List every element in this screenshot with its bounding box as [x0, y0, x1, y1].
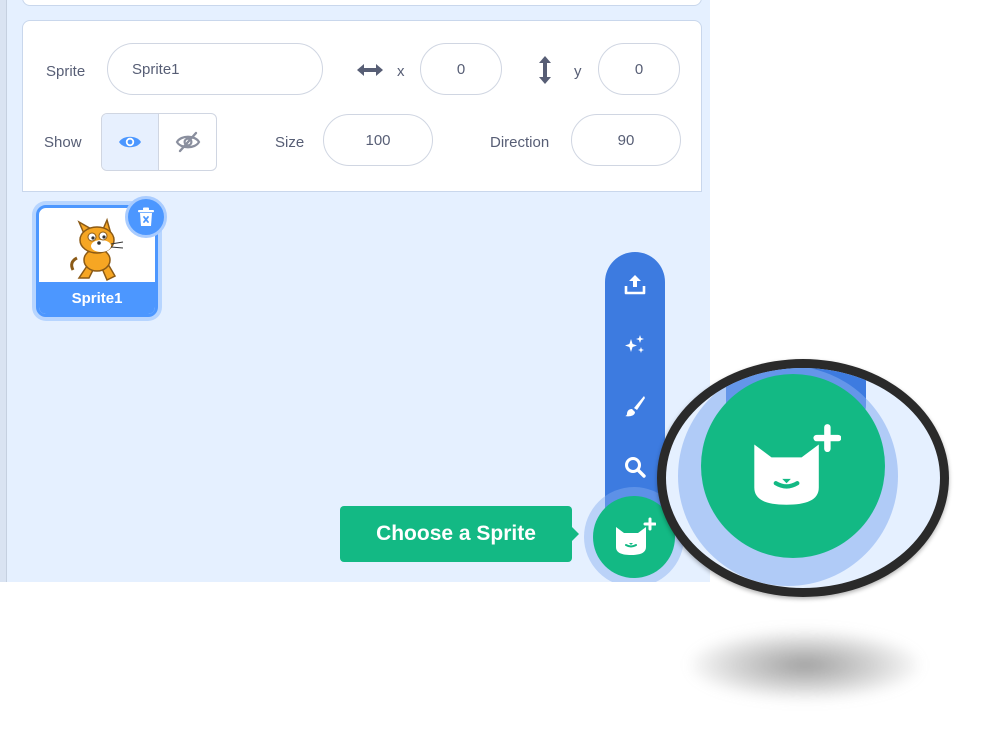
tooltip-arrow [571, 526, 579, 542]
magnifier-shadow [690, 630, 920, 700]
surprise-sprite-button[interactable] [605, 325, 665, 365]
show-toggle-group [101, 113, 217, 171]
direction-label: Direction [490, 134, 550, 151]
show-hidden-button[interactable] [159, 114, 216, 170]
upload-icon [624, 275, 646, 295]
search-sprite-button[interactable] [605, 447, 665, 487]
stage-edge [0, 0, 7, 582]
cat-sprite-thumbnail [70, 217, 124, 282]
sprite-label: Sprite [46, 63, 86, 80]
upload-sprite-button[interactable] [605, 264, 665, 304]
size-input[interactable]: 100 [323, 114, 433, 166]
cat-add-icon [616, 517, 656, 555]
paint-sprite-button[interactable] [605, 386, 665, 426]
y-input[interactable]: 0 [598, 43, 680, 95]
y-arrows-icon [535, 53, 555, 87]
sprite-info-panel: Sprite Sprite1 x 0 y 0 Show Size 100 Dir… [22, 20, 702, 192]
delete-sprite-button[interactable] [125, 196, 167, 238]
show-label: Show [44, 134, 82, 151]
magnifier-callout [657, 359, 949, 597]
cat-add-icon [754, 424, 841, 505]
x-label: x [397, 63, 405, 80]
direction-input[interactable]: 90 [571, 114, 681, 166]
eye-slash-icon [175, 131, 200, 153]
y-label: y [574, 63, 582, 80]
paint-icon [625, 396, 645, 417]
x-input[interactable]: 0 [420, 43, 502, 95]
sprite-tile-label: Sprite1 [39, 282, 155, 314]
x-arrows-icon [353, 59, 387, 81]
sprite-pane-screenshot: Sprite Sprite1 x 0 y 0 Show Size 100 Dir… [0, 0, 710, 582]
magnified-choose-sprite-button [701, 374, 885, 558]
sprite-name-input[interactable]: Sprite1 [107, 43, 323, 95]
surprise-icon [625, 335, 644, 353]
show-visible-button[interactable] [102, 114, 160, 170]
search-icon [625, 457, 646, 478]
choose-sprite-tooltip: Choose a Sprite [340, 506, 572, 562]
trash-icon [138, 207, 154, 226]
stage-panel-edge [22, 0, 702, 6]
size-label: Size [275, 134, 305, 151]
eye-icon [119, 136, 141, 148]
